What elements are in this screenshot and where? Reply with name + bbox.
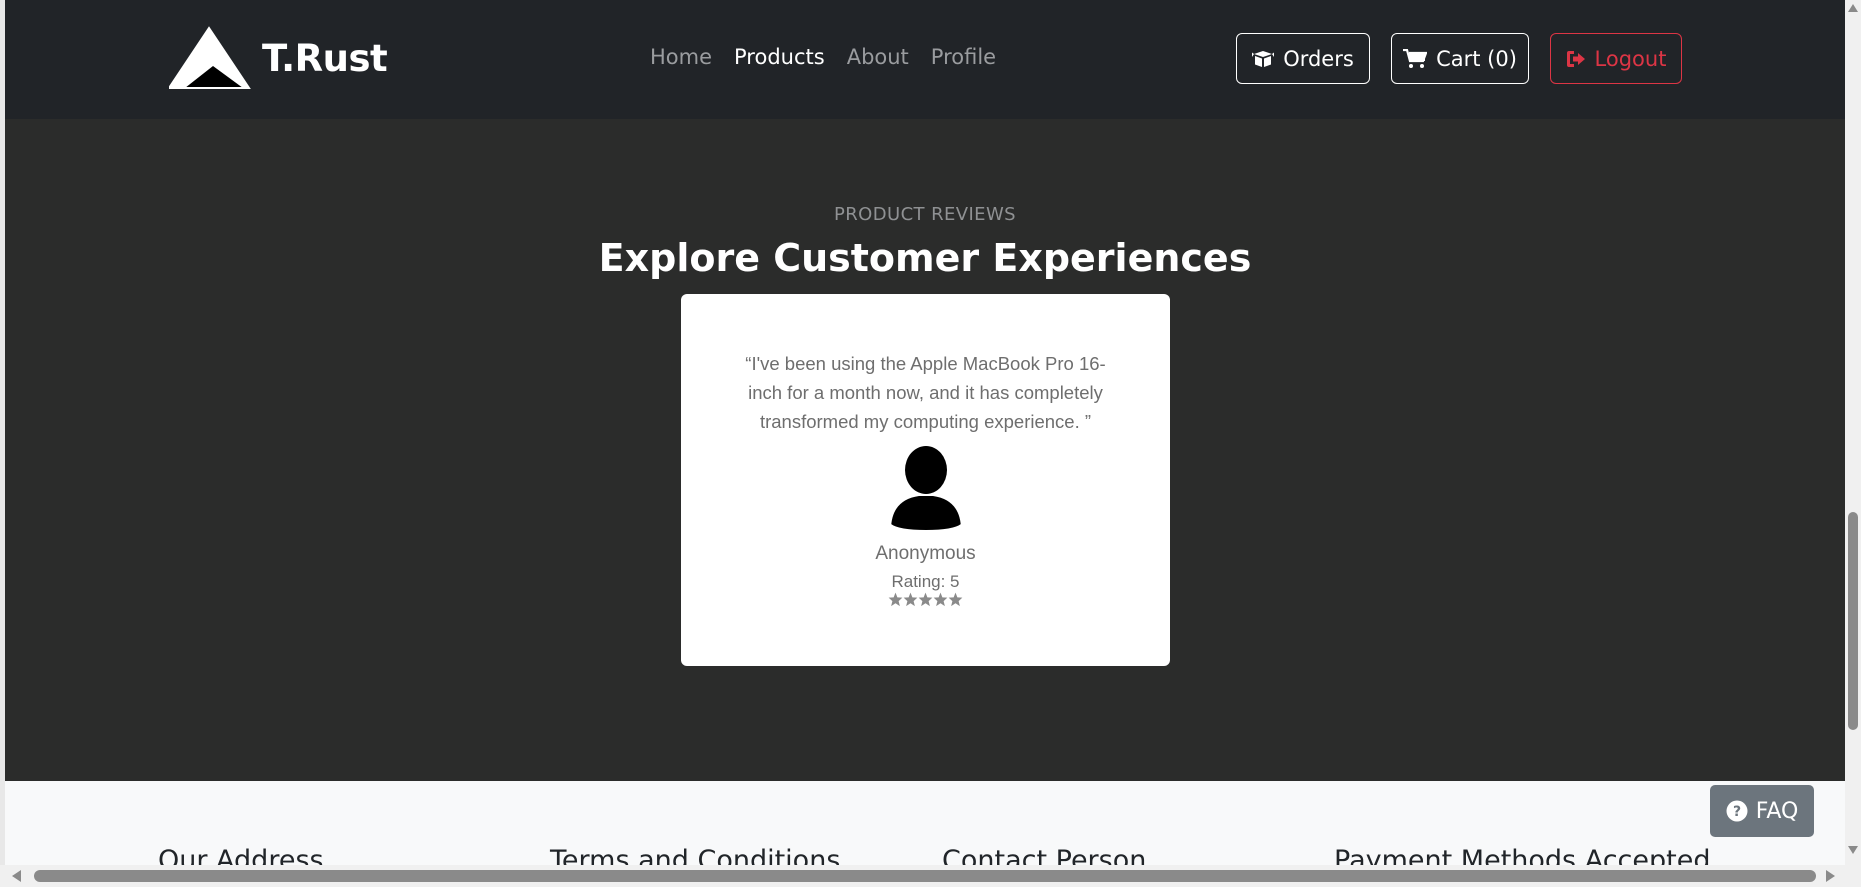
cart-label: Cart (0) <box>1436 46 1517 71</box>
orders-button[interactable]: Orders <box>1236 33 1370 84</box>
section-title: Explore Customer Experiences <box>598 236 1252 280</box>
logout-label: Logout <box>1594 46 1667 71</box>
vertical-scrollbar[interactable] <box>1845 0 1861 865</box>
faq-label: FAQ <box>1755 798 1799 824</box>
horizontal-scrollbar[interactable] <box>0 865 1861 887</box>
box-icon <box>1252 50 1275 67</box>
scroll-down-arrow-icon[interactable] <box>1848 846 1858 854</box>
brand-name: T.Rust <box>262 36 388 80</box>
nav-links: Home Products About Profile <box>650 45 996 69</box>
star-rating <box>681 592 1170 607</box>
review-text: “I've been using the Apple MacBook Pro 1… <box>745 353 1106 432</box>
nav-link-about[interactable]: About <box>847 45 909 69</box>
cart-button[interactable]: Cart (0) <box>1391 33 1529 84</box>
sign-out-icon <box>1566 50 1585 67</box>
navbar: T.Rust Home Products About Profile Order… <box>5 0 1845 119</box>
nav-link-products[interactable]: Products <box>734 45 825 69</box>
svg-text:?: ? <box>1733 804 1741 820</box>
rating-label: Rating: 5 <box>891 572 960 591</box>
star-icon <box>948 592 963 607</box>
vertical-scroll-thumb[interactable] <box>1848 512 1858 730</box>
cart-icon <box>1403 48 1428 68</box>
star-icon <box>918 592 933 607</box>
scroll-up-arrow-icon[interactable] <box>1848 4 1858 12</box>
user-avatar-icon <box>891 446 961 530</box>
star-icon <box>903 592 918 607</box>
nav-link-profile[interactable]: Profile <box>931 45 996 69</box>
logout-button[interactable]: Logout <box>1550 33 1682 84</box>
review-card: “I've been using the Apple MacBook Pro 1… <box>681 294 1170 666</box>
scroll-left-arrow-icon[interactable] <box>12 870 21 882</box>
brand[interactable]: T.Rust <box>169 26 388 90</box>
page: T.Rust Home Products About Profile Order… <box>5 0 1845 887</box>
section-kicker: PRODUCT REVIEWS <box>834 204 1016 225</box>
reviewer-name: Anonymous <box>875 543 976 564</box>
orders-label: Orders <box>1283 46 1354 71</box>
nav-link-home[interactable]: Home <box>650 45 712 69</box>
star-icon <box>933 592 948 607</box>
horizontal-scroll-thumb[interactable] <box>34 870 1816 882</box>
scroll-right-arrow-icon[interactable] <box>1826 870 1835 882</box>
question-circle-icon: ? <box>1726 800 1748 822</box>
mountain-logo-icon <box>169 26 251 89</box>
faq-button[interactable]: ? FAQ <box>1710 785 1814 837</box>
star-icon <box>888 592 903 607</box>
